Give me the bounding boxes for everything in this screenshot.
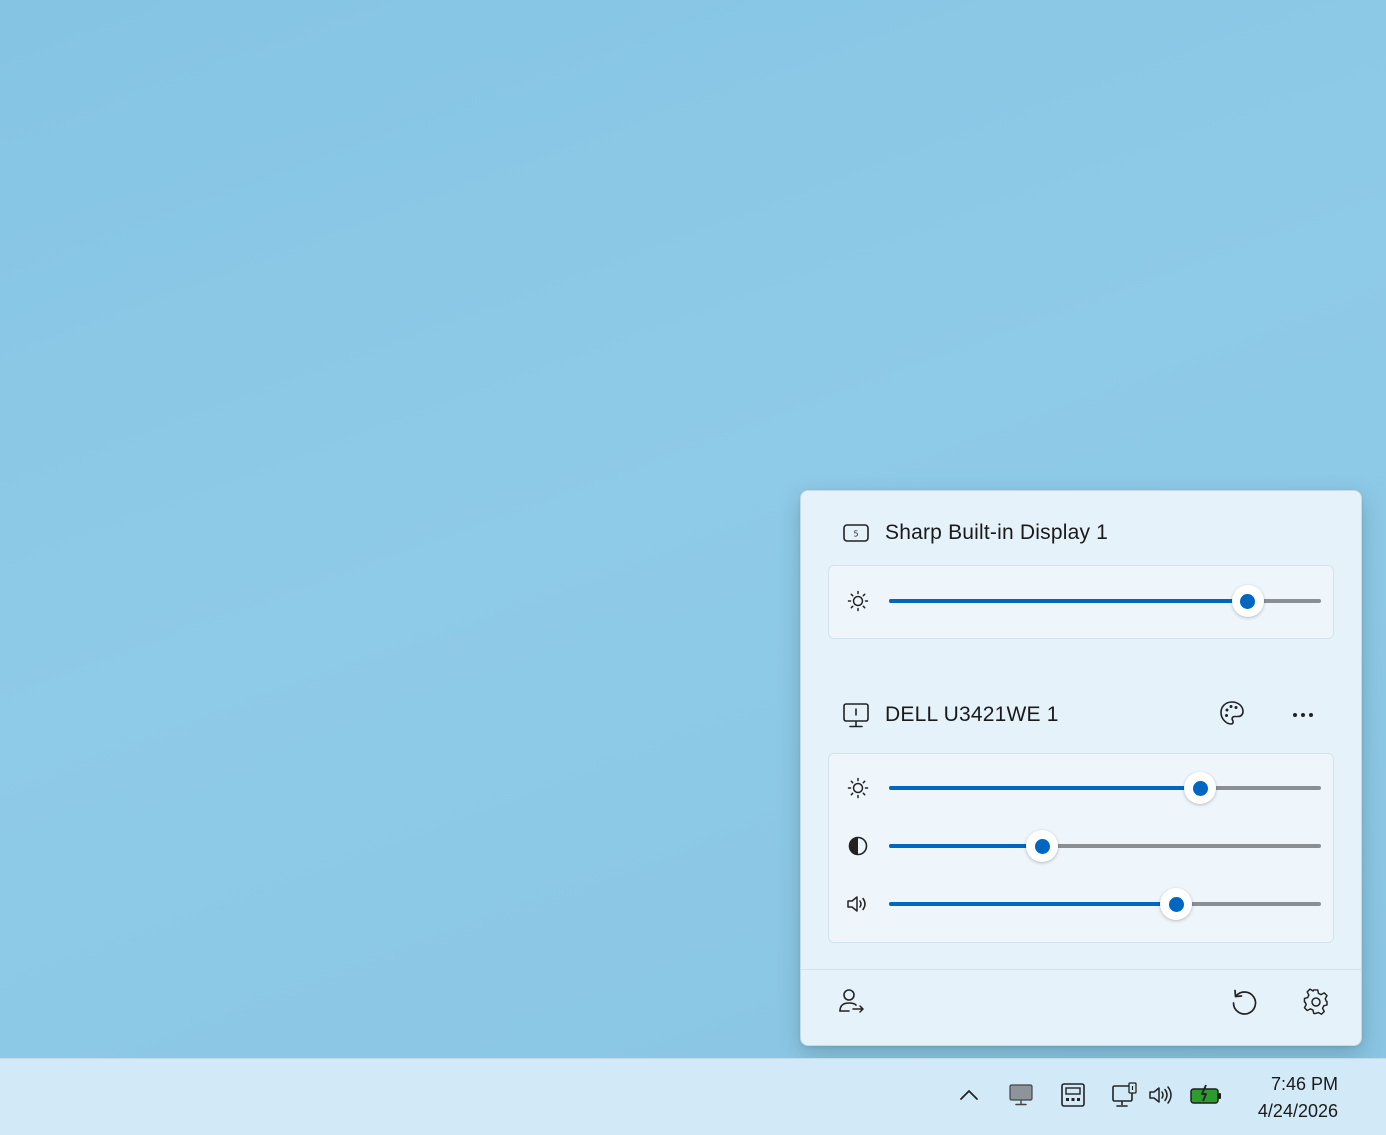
clock-date: 4/24/2026 (1257, 1101, 1338, 1121)
slider-fill (889, 902, 1177, 906)
brightness-slider[interactable] (889, 585, 1321, 617)
monitor-name: Sharp Built-in Display 1 (885, 521, 1109, 544)
tray-network-button[interactable] (1106, 1079, 1142, 1115)
show-hidden-icons-button[interactable] (951, 1079, 987, 1115)
brightness-icon (845, 776, 871, 800)
slider-thumb[interactable] (1026, 830, 1059, 862)
battery-charging-icon (1189, 1083, 1223, 1112)
contrast-slider-row (829, 828, 1333, 864)
monitor-header-sharp: 5 Sharp Built-in Display 1 (841, 515, 1108, 551)
taskbar-clock[interactable]: 7:46 PM 4/24/2026 (1258, 1071, 1338, 1125)
tray-monitor-button[interactable] (1003, 1079, 1039, 1115)
volume-icon (1148, 1084, 1174, 1111)
slider-fill (889, 786, 1201, 790)
brightness-slider[interactable] (889, 772, 1321, 804)
taskbar: 7:46 PM 4/24/2026 (0, 1058, 1386, 1135)
clock-time: 7:46 PM (1270, 1074, 1338, 1094)
settings-icon (1302, 987, 1330, 1021)
slider-thumb[interactable] (1231, 585, 1264, 617)
volume-icon (845, 892, 871, 916)
volume-slider-row (829, 886, 1333, 922)
slider-fill (889, 599, 1248, 603)
brightness-icon (845, 589, 871, 613)
monitor-card-dell (828, 753, 1334, 943)
tray-volume-button[interactable] (1143, 1079, 1179, 1115)
more-options-button[interactable] (1283, 695, 1323, 735)
brightness-slider-row (829, 770, 1333, 806)
laptop-display-icon: 5 (841, 518, 871, 548)
slider-fill (889, 844, 1043, 848)
slider-thumb[interactable] (1160, 888, 1193, 920)
external-monitor-icon (841, 700, 871, 730)
volume-slider[interactable] (889, 888, 1321, 920)
tray-battery-button[interactable] (1187, 1079, 1225, 1115)
brightness-slider-row (829, 583, 1333, 619)
network-icon (1110, 1081, 1138, 1114)
more-icon (1291, 706, 1315, 724)
slider-thumb[interactable] (1184, 772, 1217, 804)
monitor-header-dell: DELL U3421WE 1 (841, 697, 1059, 733)
contrast-icon (845, 834, 871, 858)
color-palette-icon (1218, 699, 1246, 732)
identify-user-icon (836, 987, 866, 1022)
reset-icon (1229, 987, 1259, 1022)
chevron-up-icon (959, 1088, 979, 1106)
tray-display-button[interactable] (1055, 1079, 1091, 1115)
monitor-icon (1008, 1083, 1034, 1112)
contrast-slider[interactable] (889, 830, 1321, 862)
monitor-control-flyout: 5 Sharp Built-in Display 1 DELL U3421WE … (800, 490, 1362, 1046)
monitor-card-sharp (828, 565, 1334, 639)
flyout-footer (801, 969, 1361, 1048)
svg-text:5: 5 (853, 530, 858, 539)
monitor-name: DELL U3421WE 1 (885, 703, 1059, 726)
identify-button[interactable] (831, 984, 871, 1024)
color-palette-button[interactable] (1212, 695, 1252, 735)
display-tray-icon (1059, 1081, 1087, 1114)
settings-button[interactable] (1296, 984, 1336, 1024)
reset-button[interactable] (1224, 984, 1264, 1024)
